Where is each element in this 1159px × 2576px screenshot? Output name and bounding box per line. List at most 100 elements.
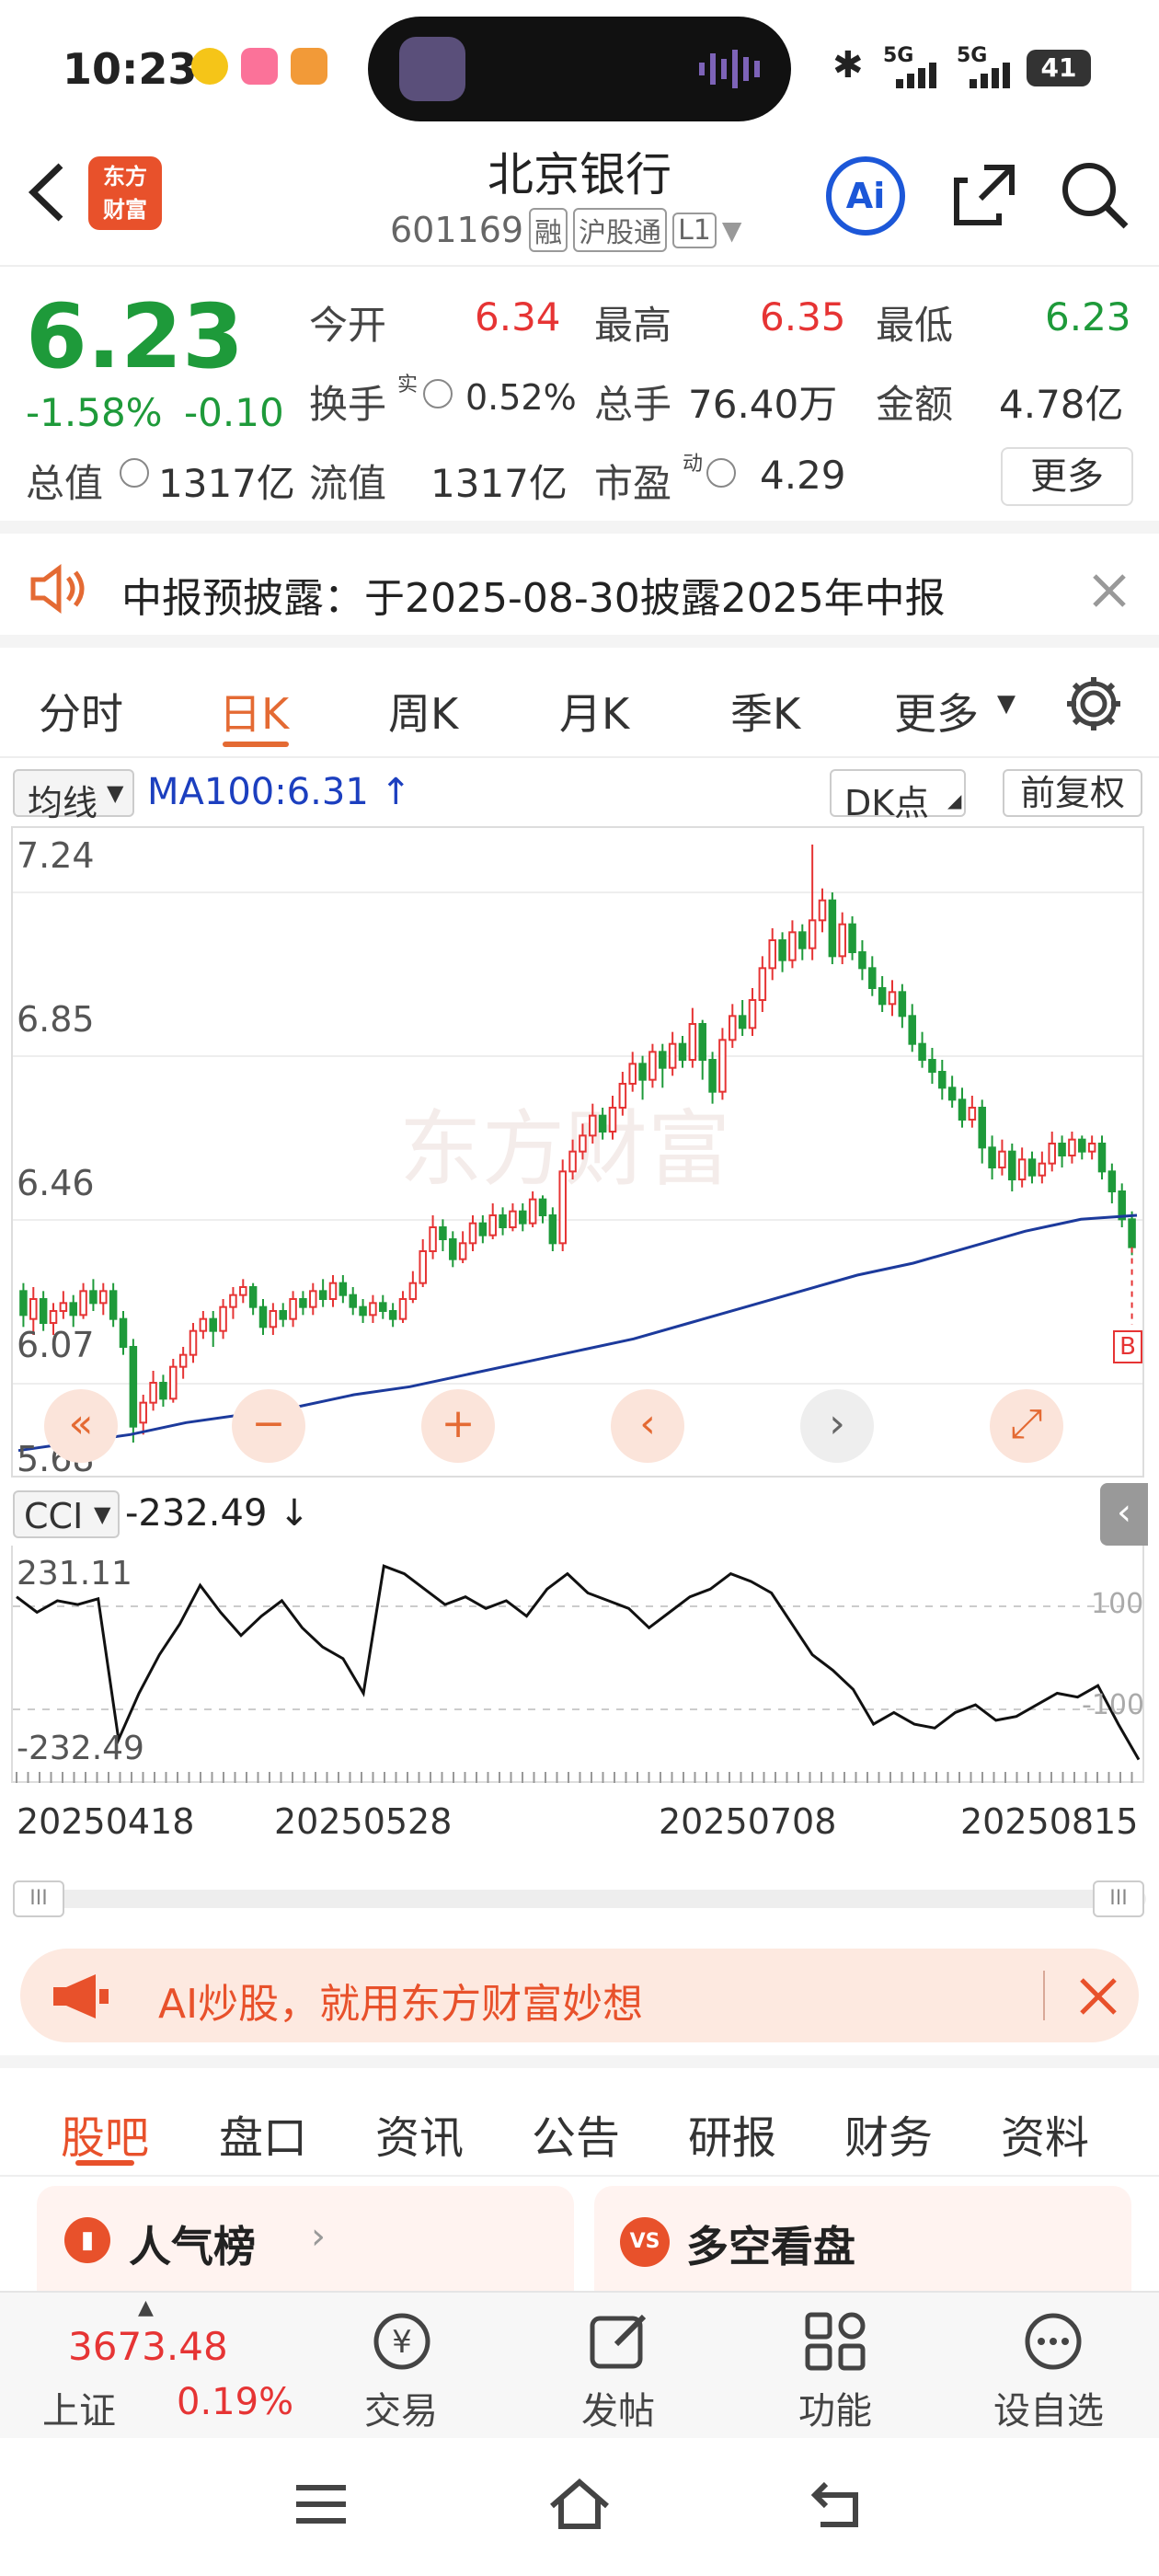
candle-body (1008, 1150, 1016, 1180)
zoom-in-button[interactable]: + (421, 1389, 495, 1463)
next-button[interactable]: › (800, 1389, 874, 1463)
tab-finance[interactable]: 财务 (844, 2101, 933, 2166)
caret-up-icon: ▲ (138, 2296, 154, 2319)
close-icon[interactable] (1078, 1976, 1119, 2017)
candle-body (29, 1298, 38, 1320)
candle-body (149, 1382, 157, 1404)
candle-body (199, 1317, 208, 1332)
plus-icon: + (441, 1400, 476, 1447)
candle-body (538, 1198, 547, 1216)
index-value[interactable]: 3673.48 (68, 2324, 228, 2369)
nav-post[interactable]: 发帖 (581, 2381, 655, 2434)
nav-trade[interactable]: 交易 (364, 2381, 438, 2434)
tab-profile[interactable]: 资料 (1001, 2101, 1089, 2166)
candle-body (748, 999, 757, 1029)
candle-body (589, 1114, 597, 1137)
ai-assistant-button[interactable]: Ai (826, 156, 905, 236)
candle-body (918, 1042, 926, 1062)
cci-chart[interactable]: 231.11 -232.49 100 -100 (11, 1546, 1144, 1783)
tab-monthly-k[interactable]: 月K (559, 681, 629, 742)
index-change[interactable]: 0.19% (177, 2381, 293, 2423)
candle-body (339, 1282, 348, 1296)
post-edit-icon[interactable] (585, 2309, 653, 2374)
range-scrollbar[interactable] (13, 1890, 1146, 1908)
share-icon[interactable] (947, 158, 1021, 232)
candle-body (958, 1098, 967, 1121)
tab-daily-k[interactable]: 日K (219, 681, 289, 742)
dropdown-triangle-icon[interactable]: ▼ (722, 215, 742, 246)
range-handle-right[interactable]: III (1093, 1880, 1144, 1917)
close-icon[interactable] (1091, 572, 1128, 609)
popularity-card[interactable]: ▮ 人气榜 › (37, 2186, 574, 2291)
y-tick-label: 6.07 (17, 1325, 95, 1365)
rewind-button[interactable]: « (44, 1389, 118, 1463)
ai-promo-banner[interactable]: AI炒股，就用东方财富妙想 (20, 1949, 1139, 2042)
indicator-select[interactable]: CCI ▼ (13, 1490, 120, 1538)
candle-body (878, 987, 887, 1006)
info-icon[interactable] (706, 458, 736, 488)
candle-body (69, 1302, 77, 1317)
info-icon[interactable] (423, 379, 453, 408)
dynamic-island (368, 17, 791, 121)
collapse-panel-button[interactable]: ‹ (1100, 1483, 1148, 1546)
nav-add-watchlist[interactable]: 设自选 (993, 2381, 1104, 2434)
candle-body (1097, 1143, 1107, 1173)
nav-functions[interactable]: 功能 (798, 2381, 872, 2434)
candle-body (688, 1023, 697, 1061)
dk-select[interactable]: DK点 ◢ (830, 769, 966, 823)
more-dots-icon[interactable] (1019, 2309, 1087, 2374)
candle-body (89, 1290, 98, 1305)
b-signal-marker[interactable]: B (1113, 1330, 1142, 1363)
candle-body (388, 1310, 397, 1320)
fullscreen-button[interactable]: ⤢ (990, 1389, 1063, 1463)
rewind-icon: « (68, 1400, 94, 1447)
kline-chart[interactable]: 东方财富 7.24 6.85 6.46 6.07 5.68 B (11, 826, 1144, 1479)
prev-button[interactable]: ‹ (611, 1389, 684, 1463)
turnover-label: 换手 (309, 382, 387, 427)
candle-body (439, 1226, 447, 1240)
menu-icon[interactable] (291, 2480, 351, 2528)
zoom-out-button[interactable]: − (232, 1389, 305, 1463)
tab-quarterly-k[interactable]: 季K (730, 681, 800, 742)
candle-body (328, 1282, 338, 1300)
app-notification-icon-2 (291, 48, 327, 85)
notice-bar[interactable]: 中报预披露：于2025-08-30披露2025年中报 (0, 534, 1159, 648)
tab-research[interactable]: 研报 (688, 2101, 776, 2166)
indicator-name: CCI (24, 1496, 84, 1536)
candle-body (938, 1071, 947, 1089)
adjust-button[interactable]: 前复权 (1003, 769, 1142, 817)
bull-bear-card[interactable]: VS 多空看盘 (594, 2186, 1131, 2291)
ma-select[interactable]: 均线 ▼ (13, 769, 134, 823)
candle-body (1107, 1170, 1117, 1193)
candle-body (818, 899, 827, 922)
indicator-value: -232.49 ↓ (125, 1492, 310, 1535)
trade-yen-icon[interactable]: ¥ (368, 2309, 436, 2374)
corner-triangle-icon: ◢ (947, 789, 962, 811)
tab-weekly-k[interactable]: 周K (388, 681, 458, 742)
candle-body (988, 1146, 996, 1169)
app-root: 10:23 ✱ 5G 5G 41 东方 财富 北京银行 601169 融 沪股通… (0, 0, 1159, 2576)
index-name[interactable]: 上证 (42, 2381, 116, 2434)
tab-pankou[interactable]: 盘口 (219, 2101, 307, 2166)
candle-body (738, 1015, 747, 1029)
tab-more[interactable]: 更多 (894, 681, 979, 742)
settings-gear-icon[interactable] (1061, 672, 1126, 736)
info-icon[interactable] (120, 458, 149, 488)
candle-body (848, 923, 856, 953)
functions-grid-icon[interactable] (802, 2309, 870, 2374)
ma100-line (17, 1213, 1138, 1453)
tab-intraday[interactable]: 分时 (39, 681, 123, 742)
search-icon[interactable] (1058, 158, 1131, 232)
home-icon[interactable] (546, 2475, 613, 2532)
candle-body (59, 1302, 68, 1312)
more-button[interactable]: 更多 (1001, 447, 1133, 506)
back-icon[interactable] (808, 2477, 868, 2530)
candle-body (468, 1222, 477, 1245)
candle-body (898, 991, 907, 1018)
tab-news[interactable]: 资讯 (375, 2101, 464, 2166)
tab-guba[interactable]: 股吧 (61, 2101, 149, 2166)
tab-announcements[interactable]: 公告 (532, 2101, 620, 2166)
range-handle-left[interactable]: III (13, 1880, 64, 1917)
vs-icon: VS (620, 2217, 670, 2267)
candle-body (678, 1042, 687, 1062)
